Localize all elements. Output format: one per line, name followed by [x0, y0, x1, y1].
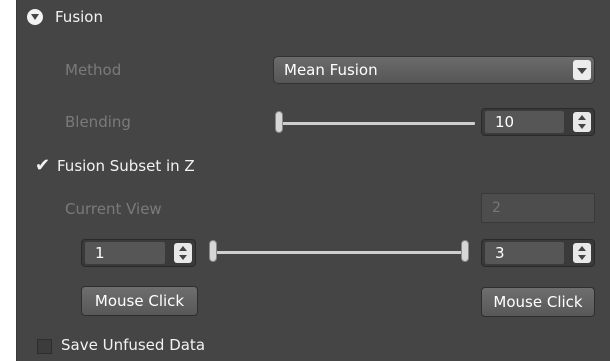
spin-arrows-icon[interactable]: [174, 243, 192, 263]
fusion-subset-checkbox[interactable]: ✔: [35, 157, 50, 175]
range-slider-track[interactable]: [213, 251, 465, 254]
range-start-value[interactable]: 1: [85, 242, 165, 264]
range-slider-start-handle[interactable]: [209, 240, 217, 262]
mouse-click-end-button[interactable]: Mouse Click: [481, 287, 595, 317]
blending-label: Blending: [65, 113, 131, 131]
section-title[interactable]: Fusion: [55, 8, 103, 26]
blending-spinbox[interactable]: 10: [481, 108, 595, 136]
range-end-value[interactable]: 3: [485, 242, 564, 264]
save-unfused-checkbox[interactable]: [37, 339, 52, 354]
spin-arrows-icon[interactable]: [573, 243, 591, 263]
current-view-field: 2: [481, 193, 595, 223]
current-view-label: Current View: [65, 200, 162, 218]
fusion-subset-label[interactable]: Fusion Subset in Z: [57, 157, 195, 175]
collapse-chevron-icon[interactable]: [27, 9, 43, 25]
fusion-panel: Fusion Method Mean Fusion Blending 10 ✔ …: [16, 0, 610, 361]
blending-value[interactable]: 10: [485, 111, 564, 133]
method-dropdown[interactable]: Mean Fusion: [273, 56, 595, 84]
save-unfused-label[interactable]: Save Unfused Data: [61, 336, 205, 354]
range-start-spinbox[interactable]: 1: [81, 239, 196, 267]
method-value: Mean Fusion: [284, 61, 378, 79]
dropdown-arrow-icon[interactable]: [573, 60, 591, 80]
method-label: Method: [65, 61, 122, 79]
spin-arrows-icon[interactable]: [573, 112, 591, 132]
range-end-spinbox[interactable]: 3: [481, 239, 595, 267]
blending-slider-handle[interactable]: [275, 111, 283, 133]
blending-slider-track[interactable]: [279, 122, 475, 125]
mouse-click-start-button[interactable]: Mouse Click: [81, 286, 198, 316]
range-slider-end-handle[interactable]: [461, 240, 469, 262]
